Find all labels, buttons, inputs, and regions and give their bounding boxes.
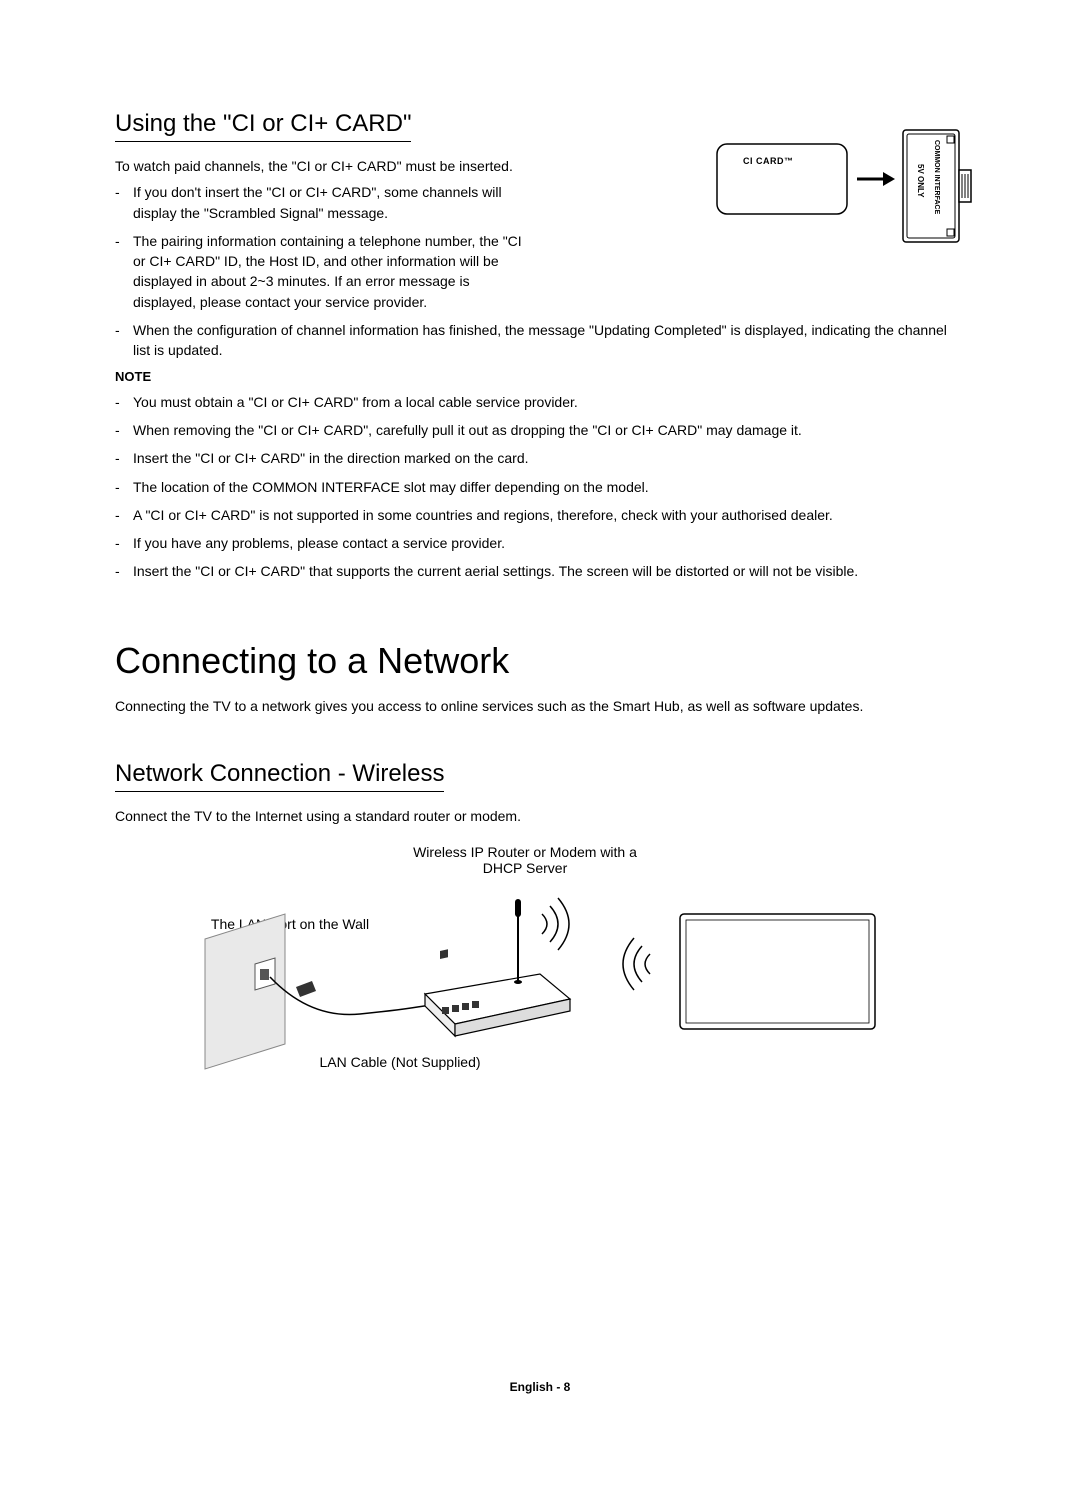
list-item: When removing the "CI or CI+ CARD", care… bbox=[133, 420, 965, 440]
ci-card-label: CI CARD™ bbox=[743, 156, 794, 166]
router-icon bbox=[425, 899, 570, 1036]
bullets-ci-narrow: If you don't insert the "CI or CI+ CARD"… bbox=[115, 182, 535, 312]
section-ci-card: Using the "CI or CI+ CARD" To watch paid… bbox=[115, 110, 965, 582]
slot-5v-label: 5V ONLY bbox=[916, 164, 925, 198]
heading-wireless: Network Connection - Wireless bbox=[115, 760, 444, 792]
note-list: You must obtain a "CI or CI+ CARD" from … bbox=[115, 392, 965, 582]
list-item: The pairing information containing a tel… bbox=[133, 231, 535, 312]
radio-waves-icon bbox=[542, 898, 569, 950]
slot-interface-label: COMMON INTERFACE bbox=[933, 140, 940, 214]
list-item: You must obtain a "CI or CI+ CARD" from … bbox=[133, 392, 965, 412]
radio-waves-icon bbox=[623, 938, 650, 990]
list-item: A "CI or CI+ CARD" is not supported in s… bbox=[133, 505, 965, 525]
intro-ci-card: To watch paid channels, the "CI or CI+ C… bbox=[115, 156, 535, 176]
list-item: Insert the "CI or CI+ CARD" in the direc… bbox=[133, 448, 965, 468]
list-item: If you have any problems, please contact… bbox=[133, 533, 965, 553]
intro-connecting-network: Connecting the TV to a network gives you… bbox=[115, 696, 965, 716]
ci-card-diagram: CI CARD™ 5V ONLY COMMON INTERFACE bbox=[715, 126, 975, 246]
section-connecting-network: Connecting to a Network Connecting the T… bbox=[115, 640, 965, 716]
heading-ci-card: Using the "CI or CI+ CARD" bbox=[115, 110, 411, 142]
list-item: Insert the "CI or CI+ CARD" that support… bbox=[133, 561, 965, 581]
page-footer: English - 8 bbox=[0, 1380, 1080, 1394]
wireless-diagram: Wireless IP Router or Modem with a DHCP … bbox=[200, 844, 880, 1084]
tv-icon bbox=[680, 914, 875, 1029]
list-item: When the configuration of channel inform… bbox=[133, 320, 965, 361]
heading-connecting-network: Connecting to a Network bbox=[115, 640, 965, 682]
bullets-ci-wide: When the configuration of channel inform… bbox=[115, 320, 965, 361]
list-item: If you don't insert the "CI or CI+ CARD"… bbox=[133, 182, 535, 223]
list-item: The location of the COMMON INTERFACE slo… bbox=[133, 477, 965, 497]
note-label: NOTE bbox=[115, 369, 965, 384]
section-wireless: Network Connection - Wireless Connect th… bbox=[115, 760, 965, 1084]
intro-wireless: Connect the TV to the Internet using a s… bbox=[115, 806, 965, 826]
